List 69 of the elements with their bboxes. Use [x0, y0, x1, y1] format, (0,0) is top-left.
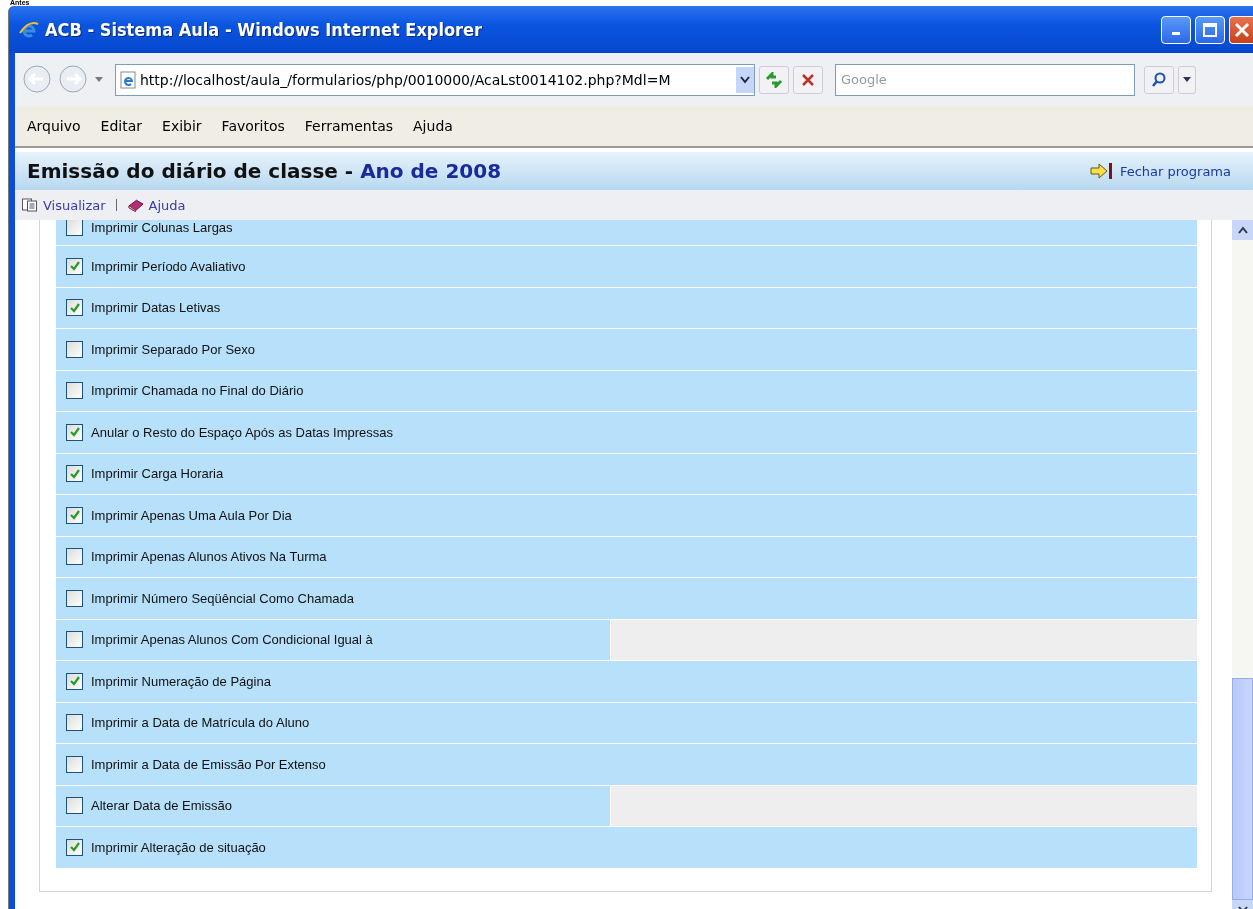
page-icon: [120, 70, 136, 89]
scroll-thumb[interactable]: [1232, 677, 1253, 900]
close-button[interactable]: [1229, 15, 1253, 44]
checkbox[interactable]: [66, 340, 83, 358]
menu-item[interactable]: Ajuda: [413, 118, 453, 134]
exit-arrow-icon: [1089, 163, 1114, 179]
search-field[interactable]: Google: [835, 63, 1135, 96]
checkbox[interactable]: [66, 631, 83, 649]
address-field[interactable]: http://localhost/aula_/formularios/php/0010000/AcaLst0014102.php?Mdl=M: [115, 63, 755, 96]
checkbox[interactable]: [66, 797, 83, 815]
checkbox[interactable]: [66, 506, 83, 524]
document-icon: [21, 198, 38, 212]
browser-logo-icon: [19, 19, 39, 40]
stop-icon: [801, 72, 815, 87]
preview-link[interactable]: Visualizar: [43, 197, 106, 213]
checkbox[interactable]: [66, 838, 83, 856]
option-label: Imprimir Chamada no Final do Diário: [91, 383, 304, 399]
menu-item[interactable]: Ferramentas: [304, 118, 394, 134]
help-link[interactable]: Ajuda: [148, 197, 186, 213]
option-label: Imprimir Número Seqüêncial Como Chamada: [91, 590, 354, 606]
close-program-link[interactable]: Fechar programa: [1119, 163, 1231, 179]
checkbox[interactable]: [66, 548, 83, 566]
option-label: Imprimir Colunas Largas: [91, 220, 233, 235]
option-label: Imprimir a Data de Emissão Por Extenso: [91, 756, 326, 772]
chevron-down-icon: [740, 75, 750, 84]
checkbox[interactable]: [66, 423, 83, 441]
checkbox[interactable]: [66, 672, 83, 690]
option-label: Alterar Data de Emissão: [91, 798, 232, 814]
checkbox[interactable]: [66, 714, 83, 732]
checkbox[interactable]: [66, 382, 83, 400]
book-icon: [126, 198, 144, 212]
option-label: Imprimir Numeração de Página: [91, 673, 271, 689]
window-title: ACB - Sistema Aula - Windows Internet Explorer: [45, 19, 483, 40]
option-label: Imprimir Apenas Alunos Ativos Na Turma: [91, 549, 327, 565]
option-label: Imprimir Apenas Alunos Com Condicional Igual à: [91, 632, 373, 648]
menu-item[interactable]: Editar: [100, 118, 143, 134]
checkbox[interactable]: [66, 589, 83, 607]
maximize-button[interactable]: [1195, 15, 1225, 44]
menu-item[interactable]: Favoritos: [221, 118, 285, 134]
option-label: Anular o Resto do Espaço Após as Datas Impressas: [91, 424, 394, 440]
search-options-button[interactable]: [1178, 65, 1196, 94]
search-button[interactable]: [1144, 65, 1174, 94]
option-label: Imprimir Carga Horaria: [91, 466, 224, 482]
option-label: Imprimir Período Avaliativo: [91, 258, 246, 274]
search-icon: [1151, 71, 1167, 88]
option-label: Imprimir a Data de Matrícula do Aluno: [91, 715, 310, 731]
minimize-icon: [1172, 32, 1180, 35]
checkbox[interactable]: [66, 257, 83, 275]
checkbox[interactable]: [66, 465, 83, 483]
checkbox[interactable]: [66, 755, 83, 773]
checkbox[interactable]: [66, 220, 83, 236]
checkbox[interactable]: [66, 299, 83, 317]
menu-item[interactable]: Exibir: [162, 118, 202, 134]
scroll-up-button[interactable]: [1232, 220, 1253, 240]
menu-item[interactable]: Arquivo: [27, 118, 81, 134]
option-label: Imprimir Alteração de situação: [91, 839, 266, 855]
option-label: Imprimir Apenas Uma Aula Por Dia: [91, 507, 292, 523]
refresh-icon: [765, 71, 783, 88]
caret-icon[interactable]: [95, 77, 103, 82]
chevron-up-icon: [1237, 226, 1248, 234]
minimize-button[interactable]: [1161, 15, 1191, 44]
option-label: Imprimir Datas Letivas: [91, 300, 221, 316]
refresh-button[interactable]: [759, 65, 789, 94]
option-label: Imprimir Separado Por Sexo: [91, 341, 255, 357]
stop-button[interactable]: [793, 65, 823, 94]
caret-icon: [1183, 77, 1191, 82]
dropdown-button[interactable]: [736, 66, 754, 93]
scrollbar[interactable]: [1232, 220, 1253, 909]
page-title: Emissão do diário de classe - Ano de 2008: [27, 159, 502, 183]
